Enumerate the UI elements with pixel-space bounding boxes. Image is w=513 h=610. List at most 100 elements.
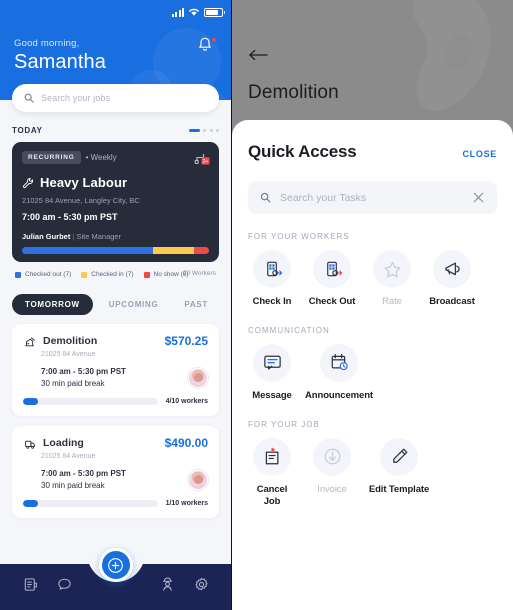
tile-icon-circle: [373, 250, 411, 288]
close-icon[interactable]: [472, 191, 485, 204]
quick-action-announcement[interactable]: Announcement: [305, 343, 373, 402]
job-price: $570.25: [164, 334, 208, 348]
quick-action-check-in[interactable]: Check In: [248, 250, 296, 308]
search-tasks-placeholder: Search your Tasks: [280, 191, 367, 204]
featured-job-title: Heavy Labour: [40, 175, 128, 190]
schedule-tabs: TOMORROW UPCOMING PAST: [12, 294, 219, 315]
quick-action-edit-template[interactable]: Edit Template: [368, 437, 430, 508]
tile-label: Announcement: [305, 389, 373, 401]
worker-count: 4/10 workers: [165, 398, 208, 405]
recurring-badge: RECURRING: [22, 151, 81, 164]
site-manager-row: Julian Gurbet | Site Manager: [22, 232, 209, 241]
loading-icon: [25, 440, 35, 449]
featured-job-card[interactable]: RECURRING • Weekly 2+ Heavy Labour 21025…: [12, 142, 219, 262]
tab-past[interactable]: PAST: [174, 294, 218, 315]
tile-label: Edit Template: [368, 483, 430, 495]
battery-icon: [204, 7, 225, 17]
announcement-calendar-icon: [331, 354, 348, 371]
tile-label: Message: [252, 389, 292, 401]
tile-label: Check Out: [308, 296, 356, 307]
job-card-bottom: 1/10 workers: [23, 500, 208, 507]
nav-jobs-button[interactable]: [22, 576, 39, 598]
notification-dot: [211, 37, 217, 43]
star-icon: [383, 261, 401, 277]
nav-workers-button[interactable]: [159, 576, 176, 598]
search-jobs-field[interactable]: Search your jobs: [12, 84, 219, 112]
tab-tomorrow[interactable]: TOMORROW: [12, 294, 93, 315]
legend-item: Checked out (7): [15, 271, 71, 278]
legend-item: Checked in (7): [81, 271, 134, 278]
tile-label: Rate: [382, 296, 402, 307]
job-time: 7:00 am - 5:30 pm PST: [41, 367, 126, 376]
job-card-top: Loading $490.00: [23, 436, 208, 450]
tab-upcoming[interactable]: UPCOMING: [99, 294, 169, 315]
tile-row: Check In Check Out Rate Broadcast: [248, 250, 497, 308]
quick-access-groups: FOR YOUR WORKERS Check In Check Out Rate Bro…: [248, 232, 497, 508]
wifi-icon: [188, 8, 200, 16]
job-times: 7:00 am - 5:30 pm PST 30 min paid break: [41, 469, 126, 490]
chat-icon: [58, 578, 71, 590]
featured-job-address: 21025 84 Avenue, Langley City, BC: [22, 196, 140, 205]
quick-action-message[interactable]: Message: [248, 343, 296, 402]
jobs-body: TODAY RECURRING • Weekly 2+ Heavy Labour…: [0, 126, 231, 518]
back-arrow-icon: [249, 49, 268, 61]
legend-swatch: [15, 271, 21, 278]
pagination-dot: [209, 129, 213, 132]
demolition-icon: [25, 337, 35, 347]
worker-count: 1/10 workers: [165, 500, 208, 507]
cellular-signal-icon: [171, 7, 184, 17]
total-workers: 20 Workers: [182, 270, 216, 277]
legend-swatch: [143, 271, 150, 278]
legend-label: Checked in (7): [91, 271, 134, 278]
quick-action-cancel-job[interactable]: Cancel Job: [248, 437, 296, 508]
page-title: Demolition: [248, 82, 339, 103]
search-jobs-placeholder: Search your jobs: [41, 93, 111, 103]
quick-access-sheet: Quick Access CLOSE Search your Tasks FOR…: [232, 120, 513, 610]
job-card-mid: 7:00 am - 5:30 pm PST 30 min paid break: [23, 367, 208, 388]
featured-job-time: 7:00 am - 5:30 pm PST: [22, 212, 118, 222]
tile-icon-circle: [253, 437, 291, 476]
megaphone-icon: [444, 262, 460, 275]
add-job-button[interactable]: [98, 548, 133, 582]
tile-label: Check In: [252, 296, 292, 307]
job-card[interactable]: Loading $490.00 21025 84 Avenue 7:00 am - 5…: [12, 426, 219, 518]
add-circle-icon: [108, 557, 123, 573]
quick-action-check-out[interactable]: Check Out: [308, 250, 356, 308]
job-card-bottom: 4/10 workers: [23, 398, 208, 405]
status-bar: [171, 7, 225, 17]
job-address: 21025 84 Avenue: [41, 351, 96, 358]
staffing-progress-bar: [23, 500, 158, 507]
group-label: FOR YOUR JOB: [248, 419, 320, 429]
worker-avatar[interactable]: [188, 367, 208, 388]
quick-action-broadcast[interactable]: Broadcast: [428, 250, 476, 308]
search-tasks-field[interactable]: Search your Tasks: [248, 181, 497, 214]
cancel-job-icon: [265, 447, 278, 465]
frequency-label: • Weekly: [85, 153, 117, 162]
tile-icon-circle: [253, 250, 291, 288]
back-button[interactable]: [248, 48, 269, 67]
tile-label: Cancel Job: [256, 483, 288, 507]
carousel-pagination[interactable]: [188, 129, 219, 132]
close-button[interactable]: CLOSE: [462, 149, 497, 159]
worker-avatar[interactable]: [188, 469, 208, 490]
attendance-bar-segment: [22, 247, 153, 254]
job-name: Demolition: [43, 335, 98, 347]
search-icon: [260, 192, 271, 203]
jobs-list-panel: Good morning, Samantha Search your jobs …: [0, 0, 232, 610]
notification-bell-button[interactable]: [197, 36, 217, 58]
attendance-legend: Checked out (7) Checked in (7) No show (6)…: [12, 262, 219, 278]
job-times: 7:00 am - 5:30 pm PST 30 min paid break: [41, 367, 126, 388]
nav-settings-button[interactable]: [193, 576, 210, 598]
nav-chat-button[interactable]: [56, 576, 73, 598]
featured-tag-row: RECURRING • Weekly: [22, 151, 209, 164]
job-price: $490.00: [164, 436, 208, 450]
legend-label: Checked out (7): [25, 271, 72, 278]
shift-alert-icon[interactable]: 2+: [193, 150, 210, 171]
group-label: FOR YOUR WORKERS: [248, 232, 350, 241]
quick-access-panel: Demolition Quick Access CLOSE Search you…: [232, 0, 513, 610]
tile-row: Message Announcement: [248, 343, 497, 402]
job-card[interactable]: Demolition $570.25 21025 84 Avenue 7:00 am …: [12, 324, 219, 416]
tile-label: Broadcast: [429, 296, 475, 307]
job-name: Loading: [43, 437, 84, 449]
manager-separator: |: [72, 232, 75, 241]
